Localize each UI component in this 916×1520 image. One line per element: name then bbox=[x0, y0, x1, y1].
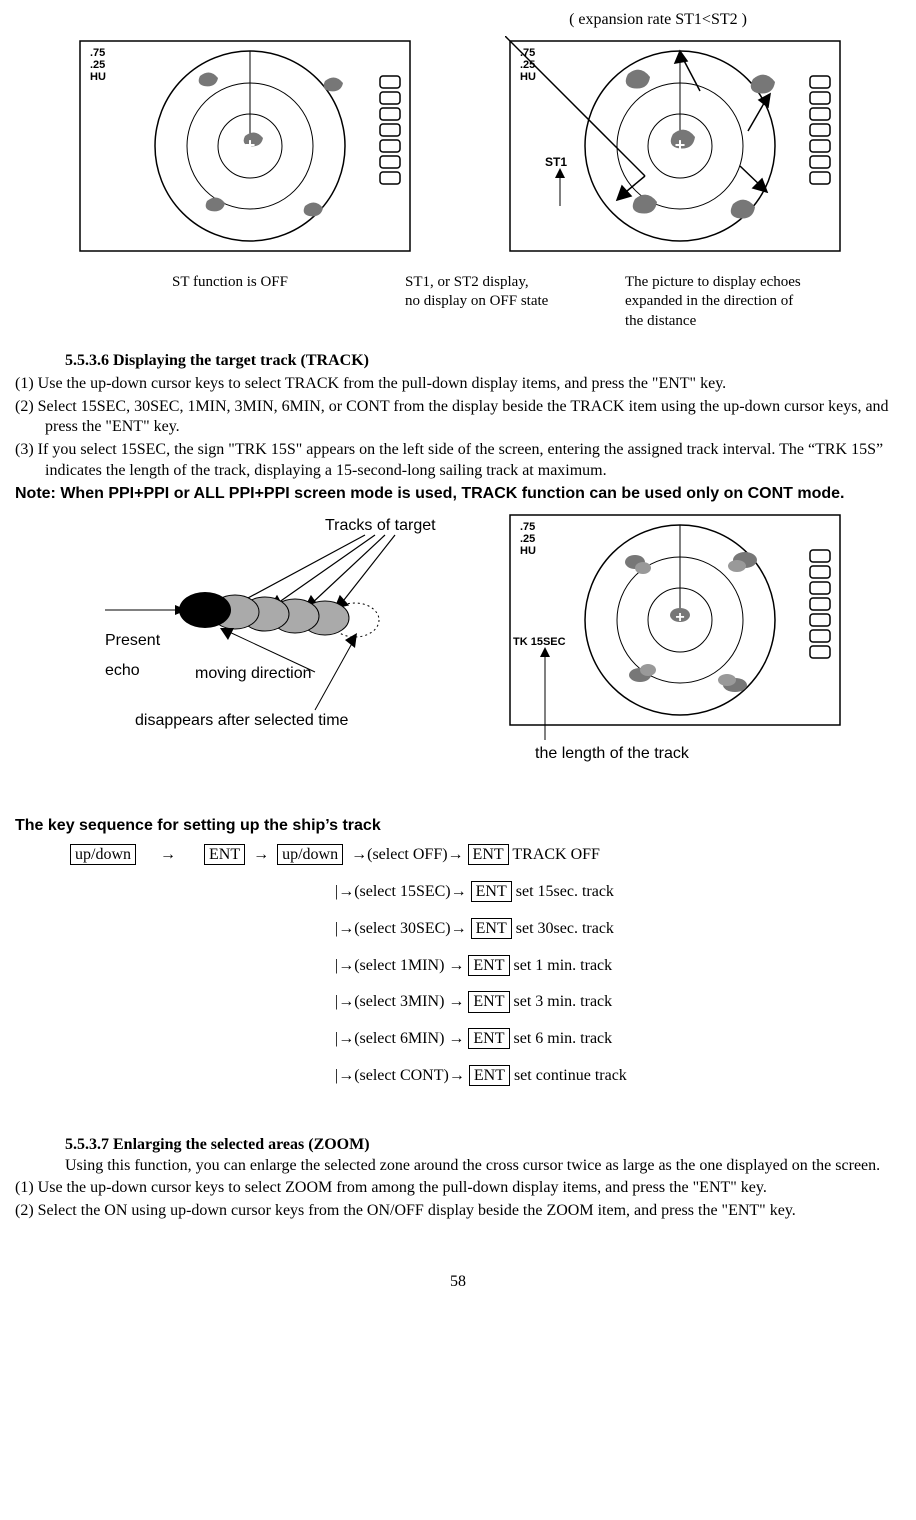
caption-expand-1: The picture to display echoes bbox=[625, 273, 885, 293]
svg-text:echo: echo bbox=[105, 662, 140, 679]
caption-st-display-1: ST1, or ST2 display, bbox=[405, 273, 605, 293]
track-length-label: the length of the track bbox=[535, 745, 690, 762]
section-5536-heading: 5.5.3.6 Displaying the target track (TRA… bbox=[65, 351, 901, 372]
section-5537-heading: 5.5.3.7 Enlarging the selected areas (ZO… bbox=[65, 1135, 901, 1156]
svg-text:moving direction: moving direction bbox=[195, 665, 312, 682]
svg-text:.75: .75 bbox=[520, 521, 535, 533]
radar-track-figure: .75 .25 HU TK 15SEC + bbox=[505, 510, 845, 777]
tk15sec-label: TK 15SEC bbox=[513, 636, 566, 648]
caption-st-display-2: no display on OFF state bbox=[405, 292, 605, 312]
radar1-mode: HU bbox=[90, 71, 106, 83]
page-number: 58 bbox=[15, 1272, 901, 1293]
track-echo-diagram: Tracks of target Present echo moving dir… bbox=[15, 510, 465, 760]
sec1-step1: (1) Use the up-down cursor keys to selec… bbox=[15, 374, 901, 395]
svg-text:+: + bbox=[245, 135, 256, 155]
sec2-step1: (1) Use the up-down cursor keys to selec… bbox=[15, 1178, 901, 1199]
caption-expand-2: expanded in the direction of bbox=[625, 292, 885, 312]
svg-text:+: + bbox=[675, 609, 684, 626]
svg-text:Present: Present bbox=[105, 632, 161, 649]
expansion-rate-note: ( expansion rate ST1<ST2 ) bbox=[15, 10, 901, 31]
svg-text:HU: HU bbox=[520, 71, 536, 83]
sec2-intro: Using this function, you can enlarge the… bbox=[15, 1157, 880, 1174]
radar-figure-row: .75 .25 HU + bbox=[75, 36, 901, 263]
tracks-of-target-label: Tracks of target bbox=[325, 517, 436, 534]
key-updown: up/down bbox=[70, 844, 136, 865]
st1-label: ST1 bbox=[545, 155, 567, 169]
radar-off-figure: .75 .25 HU + bbox=[75, 36, 415, 263]
sec1-step2: (2) Select 15SEC, 30SEC, 1MIN, 3MIN, 6MI… bbox=[15, 397, 901, 439]
svg-text:+: + bbox=[675, 135, 686, 155]
svg-text:HU: HU bbox=[520, 545, 536, 557]
key-sequence-heading: The key sequence for setting up the ship… bbox=[15, 816, 901, 837]
key-ent: ENT bbox=[204, 844, 245, 865]
svg-text:.25: .25 bbox=[520, 533, 535, 545]
track-note: Note: When PPI+PPI or ALL PPI+PPI screen… bbox=[15, 484, 901, 505]
radar1-range1: .75 bbox=[90, 47, 105, 59]
key-sequence-block: up/down → ENT → up/down →(select OFF)→ E… bbox=[70, 837, 901, 1095]
radar1-range2: .25 bbox=[90, 59, 105, 71]
radar-st1-figure: .75 .25 HU ST1 + bbox=[505, 36, 845, 263]
sec2-step2: (2) Select the ON using up-down cursor k… bbox=[15, 1201, 901, 1222]
svg-text:disappears after selected time: disappears after selected time bbox=[135, 712, 349, 729]
key-updown2: up/down bbox=[277, 844, 343, 865]
caption-expand-3: the distance bbox=[625, 312, 885, 332]
caption-st-off: ST function is OFF bbox=[75, 273, 385, 332]
sec1-step3: (3) If you select 15SEC, the sign "TRK 1… bbox=[15, 440, 901, 482]
